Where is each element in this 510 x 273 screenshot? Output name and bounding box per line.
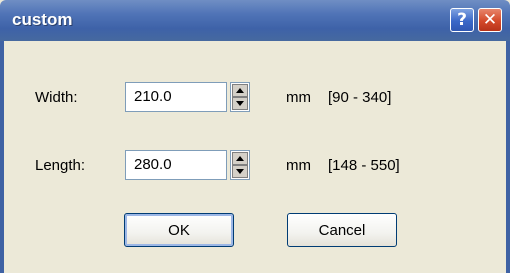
title-bar: custom ? ✕ xyxy=(0,0,510,41)
cancel-button[interactable]: Cancel xyxy=(287,213,397,247)
width-unit: mm xyxy=(286,89,311,106)
length-input[interactable]: 280.0 xyxy=(125,150,227,180)
custom-dialog: custom ? ✕ Width: 210.0 mm [90 - 340] Le… xyxy=(0,0,510,273)
width-range: [90 - 340] xyxy=(328,89,392,106)
width-spinner xyxy=(230,82,250,112)
width-decrement-button[interactable] xyxy=(232,97,248,110)
length-unit: mm xyxy=(286,157,311,174)
length-decrement-button[interactable] xyxy=(232,165,248,178)
help-button[interactable]: ? xyxy=(450,8,474,32)
window-frame-left xyxy=(0,41,4,273)
help-icon: ? xyxy=(457,10,467,30)
ok-button[interactable]: OK xyxy=(124,213,234,247)
dialog-title: custom xyxy=(12,10,73,29)
length-range: [148 - 550] xyxy=(328,157,400,174)
length-spinner xyxy=(230,150,250,180)
window-frame-right xyxy=(506,41,510,273)
close-button[interactable]: ✕ xyxy=(478,8,502,32)
close-icon: ✕ xyxy=(482,10,498,30)
width-input[interactable]: 210.0 xyxy=(125,82,227,112)
length-label: Length: xyxy=(35,157,86,174)
width-label: Width: xyxy=(35,89,78,106)
length-increment-button[interactable] xyxy=(232,152,248,165)
width-increment-button[interactable] xyxy=(232,84,248,97)
